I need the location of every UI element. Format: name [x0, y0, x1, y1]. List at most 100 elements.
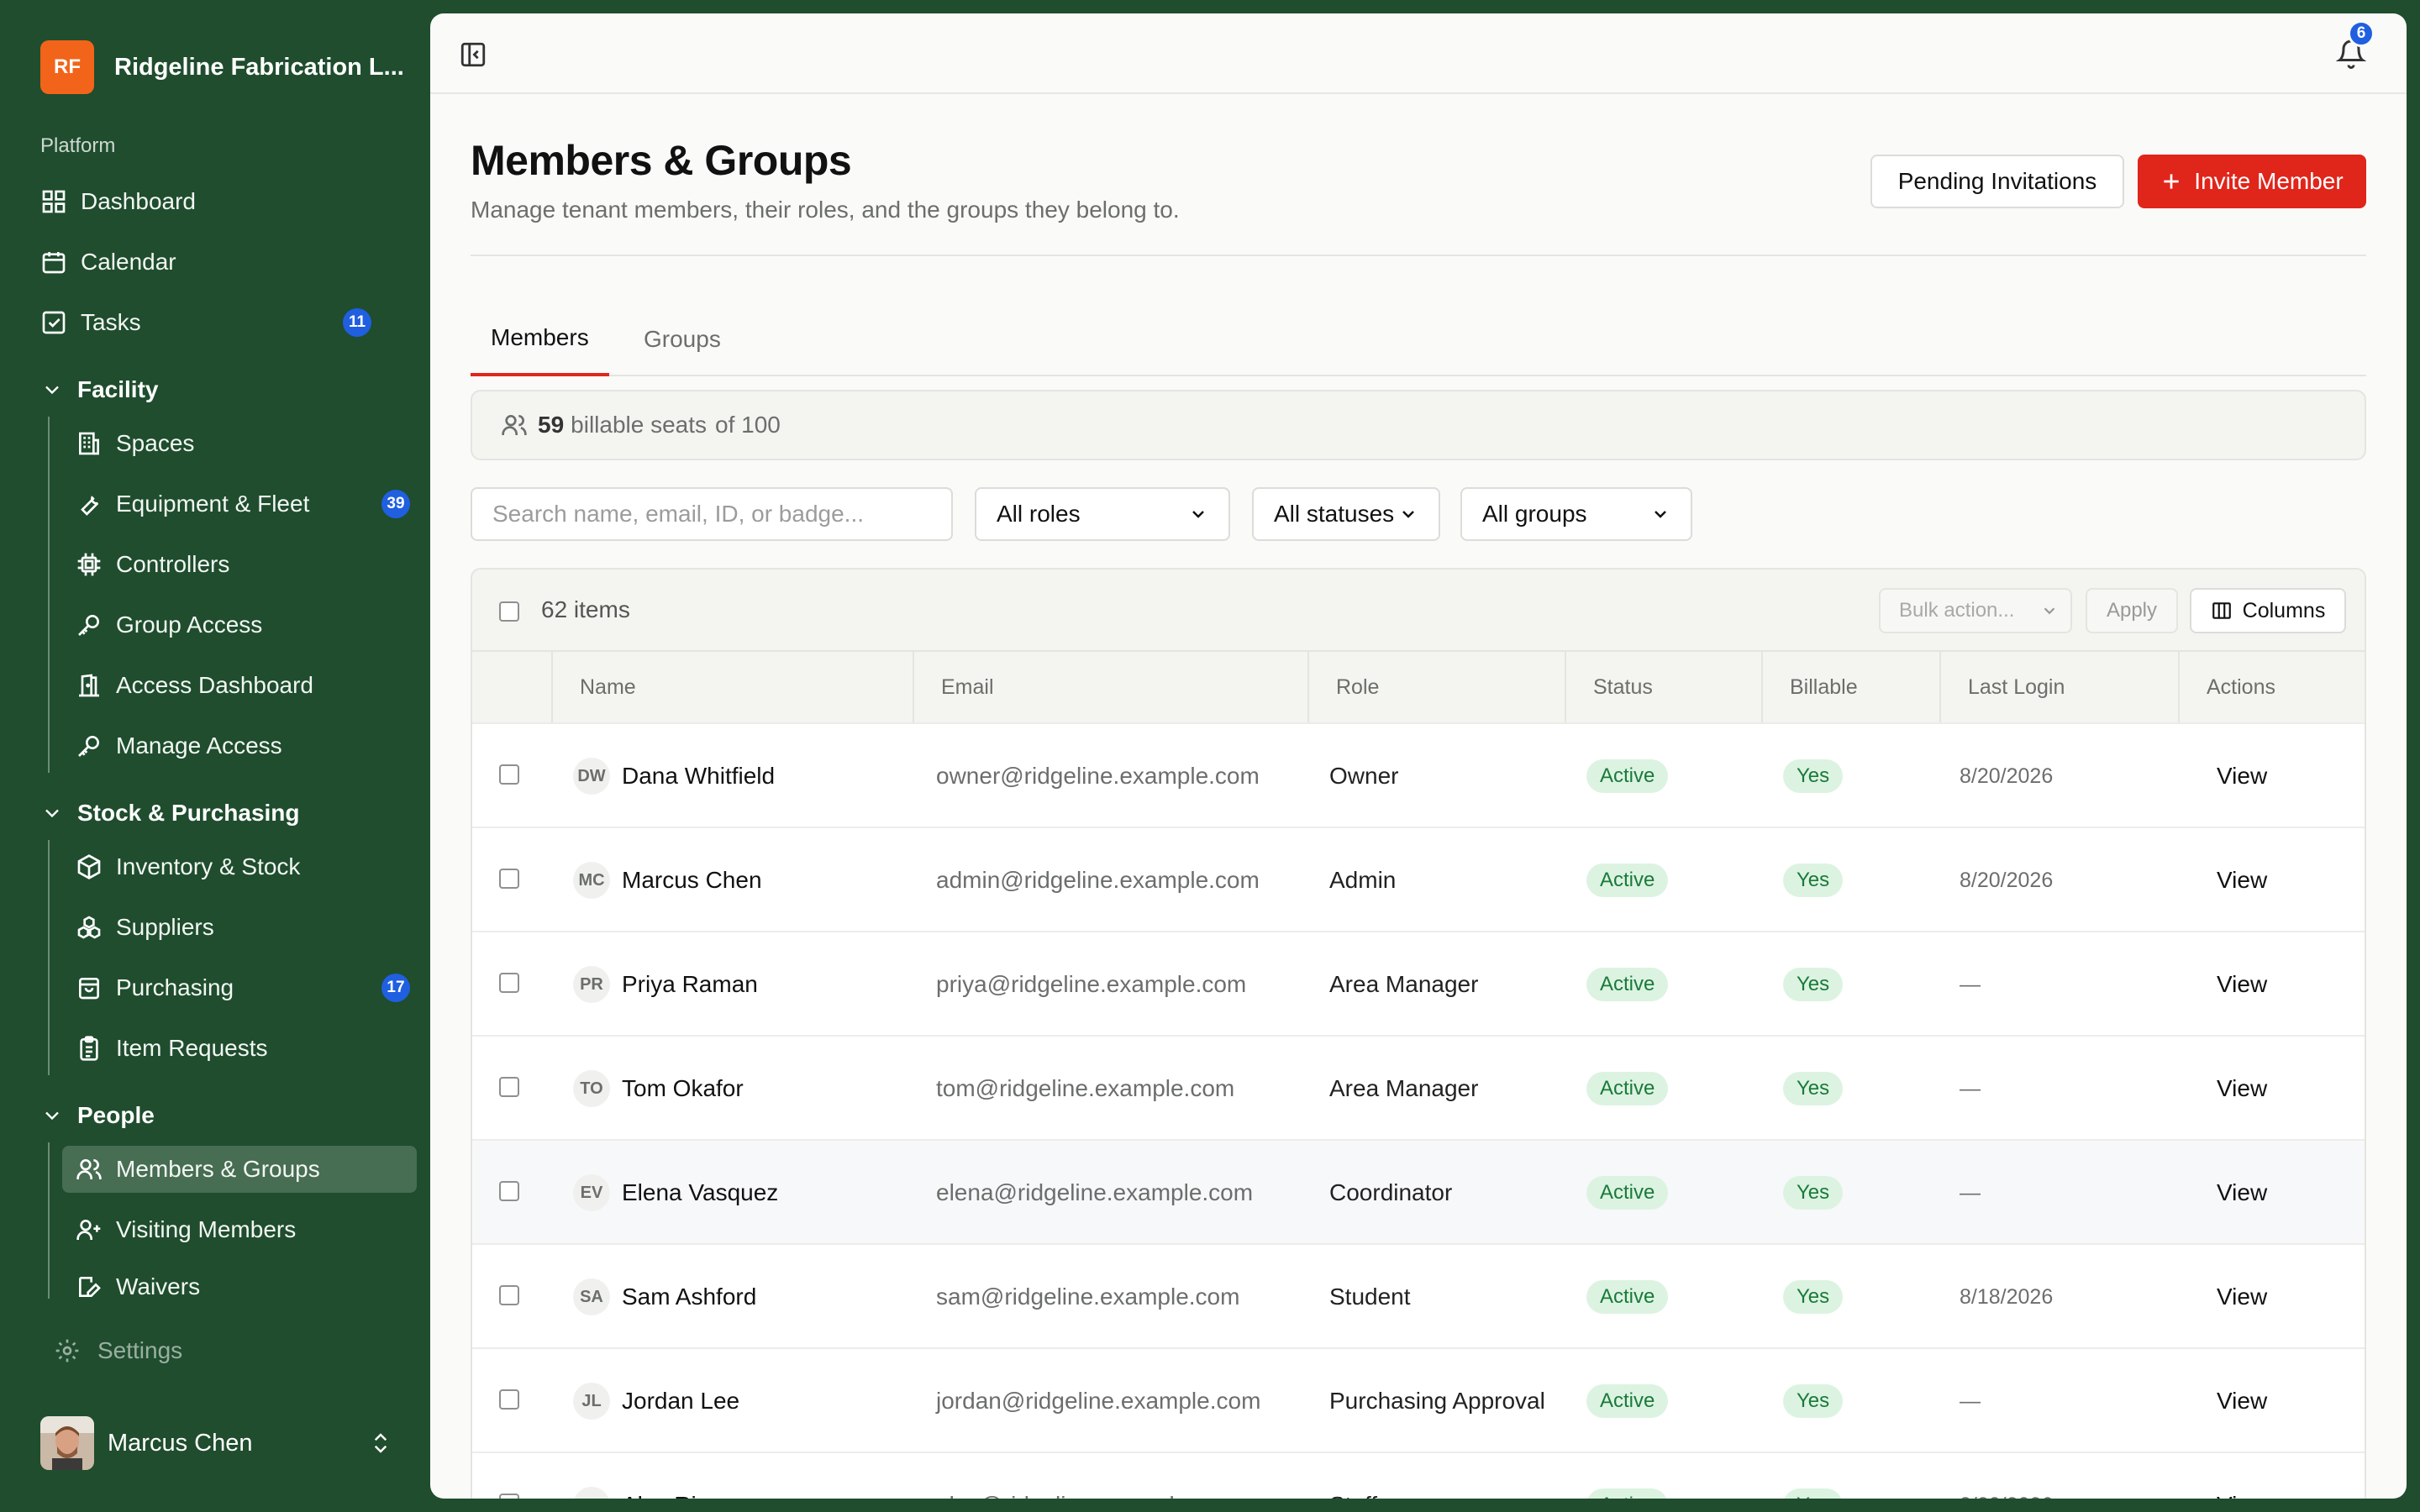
sidebar-item-label: Equipment & Fleet — [116, 491, 310, 517]
table-row[interactable]: SA Sam Ashford sam@ridgeline.example.com… — [472, 1243, 2365, 1347]
member-name-cell[interactable]: TO Tom Okafor — [573, 1037, 744, 1141]
sidebar-item-inventory-stock[interactable]: Inventory & Stock — [62, 843, 417, 890]
view-link[interactable]: View — [2217, 1349, 2267, 1453]
last-login: 8/18/2026 — [1960, 1284, 2054, 1309]
view-link[interactable]: View — [2217, 1453, 2267, 1499]
members-table: 62 items Bulk action... Apply Columns Na… — [471, 568, 2366, 1499]
table-row[interactable]: JL Jordan Lee jordan@ridgeline.example.c… — [472, 1347, 2365, 1452]
key-icon — [76, 732, 103, 759]
equipment-badge: 39 — [381, 490, 410, 518]
column-header-email[interactable]: Email — [913, 652, 1307, 722]
member-name-cell[interactable]: PR Priya Raman — [573, 932, 758, 1037]
sidebar-item-item-requests[interactable]: Item Requests — [62, 1025, 417, 1072]
purchasing-badge: 17 — [381, 974, 410, 1002]
sidebar-item-tasks[interactable]: Tasks 11 — [40, 299, 410, 346]
column-header-last-login[interactable]: Last Login — [1939, 652, 2178, 722]
member-name: Jordan Lee — [622, 1388, 740, 1414]
tab-members[interactable]: Members — [471, 302, 609, 376]
view-link[interactable]: View — [2217, 828, 2267, 932]
view-link[interactable]: View — [2217, 724, 2267, 828]
apply-button[interactable]: Apply — [2086, 588, 2178, 633]
member-name: Tom Okafor — [622, 1075, 744, 1101]
table-row[interactable]: AR Alex Rivera alex@ridgeline.example.co… — [472, 1452, 2365, 1499]
sidebar-toggle-icon[interactable] — [459, 40, 487, 69]
bulk-action-select[interactable]: Bulk action... — [1879, 588, 2072, 633]
row-checkbox[interactable] — [499, 1389, 519, 1410]
row-checkbox[interactable] — [499, 1494, 519, 1499]
member-role: Coordinator — [1329, 1179, 1453, 1205]
statuses-select[interactable]: All statuses — [1252, 487, 1440, 541]
sidebar-item-dashboard[interactable]: Dashboard — [40, 178, 410, 225]
org-switcher[interactable]: RF Ridgeline Fabrication L... — [40, 40, 408, 94]
sidebar-item-waivers[interactable]: Waivers — [62, 1267, 417, 1299]
member-name-cell[interactable]: EV Elena Vasquez — [573, 1141, 778, 1245]
columns-button[interactable]: Columns — [2190, 588, 2346, 633]
member-name-cell[interactable]: JL Jordan Lee — [573, 1349, 739, 1453]
view-link[interactable]: View — [2217, 1245, 2267, 1349]
member-name-cell[interactable]: MC Marcus Chen — [573, 828, 762, 932]
bag-icon — [76, 974, 103, 1001]
member-initials: PR — [573, 966, 610, 1003]
table-row[interactable]: MC Marcus Chen admin@ridgeline.example.c… — [472, 827, 2365, 931]
member-name-cell[interactable]: DW Dana Whitfield — [573, 724, 775, 828]
user-menu[interactable]: Marcus Chen — [40, 1416, 393, 1470]
sidebar-item-group-access[interactable]: Group Access — [62, 601, 417, 648]
sidebar-item-suppliers[interactable]: Suppliers — [62, 904, 417, 951]
view-link[interactable]: View — [2217, 1037, 2267, 1141]
row-checkbox[interactable] — [499, 1077, 519, 1097]
table-row[interactable]: DW Dana Whitfield owner@ridgeline.exampl… — [472, 722, 2365, 827]
sidebar-item-visiting-members[interactable]: Visiting Members — [62, 1206, 417, 1253]
view-link[interactable]: View — [2217, 1141, 2267, 1245]
calendar-icon — [40, 249, 67, 276]
table-row[interactable]: PR Priya Raman priya@ridgeline.example.c… — [472, 931, 2365, 1035]
member-initials: SA — [573, 1278, 610, 1315]
group-people[interactable]: People — [40, 1092, 410, 1139]
sidebar-item-label: Members & Groups — [116, 1156, 320, 1182]
group-stock-purchasing[interactable]: Stock & Purchasing — [40, 790, 410, 837]
column-header-name[interactable]: Name — [551, 652, 913, 722]
page-title: Members & Groups — [471, 137, 852, 184]
sidebar-item-equipment-fleet[interactable]: Equipment & Fleet 39 — [62, 480, 417, 528]
member-name-cell[interactable]: AR Alex Rivera — [573, 1453, 742, 1499]
member-name-cell[interactable]: SA Sam Ashford — [573, 1245, 756, 1349]
status-badge: Active — [1586, 864, 1669, 897]
table-row[interactable]: TO Tom Okafor tom@ridgeline.example.com … — [472, 1035, 2365, 1139]
member-role: Student — [1329, 1284, 1411, 1310]
users-icon — [76, 1156, 103, 1183]
groups-select[interactable]: All groups — [1460, 487, 1692, 541]
group-facility[interactable]: Facility — [40, 366, 410, 413]
main-panel: 6 Members & Groups Manage tenant members… — [430, 13, 2407, 1499]
invite-member-button[interactable]: Invite Member — [2138, 155, 2366, 208]
roles-select[interactable]: All roles — [975, 487, 1230, 541]
sidebar-item-settings[interactable]: Settings — [54, 1327, 182, 1374]
sidebar-item-purchasing[interactable]: Purchasing 17 — [62, 964, 417, 1011]
sidebar-item-manage-access[interactable]: Manage Access — [62, 722, 417, 769]
sidebar-item-access-dashboard[interactable]: Access Dashboard — [62, 662, 417, 709]
last-login: — — [1960, 1389, 1981, 1413]
row-checkbox[interactable] — [499, 1181, 519, 1201]
billable-cell: Yes — [1783, 1141, 1844, 1245]
column-header-status[interactable]: Status — [1565, 652, 1761, 722]
view-link[interactable]: View — [2217, 932, 2267, 1037]
tabs: Members Groups — [471, 302, 2366, 376]
table-row[interactable]: EV Elena Vasquez elena@ridgeline.example… — [472, 1139, 2365, 1243]
tab-groups[interactable]: Groups — [623, 302, 741, 376]
pending-invitations-button[interactable]: Pending Invitations — [1870, 155, 2124, 208]
search-input[interactable] — [471, 487, 953, 541]
status-cell: Active — [1586, 1245, 1669, 1349]
member-name: Alex Rivera — [622, 1492, 742, 1499]
chevron-down-icon — [45, 1111, 59, 1121]
row-checkbox[interactable] — [499, 869, 519, 889]
sidebar-item-spaces[interactable]: Spaces — [62, 420, 417, 467]
row-checkbox[interactable] — [499, 973, 519, 993]
column-header-billable[interactable]: Billable — [1761, 652, 1939, 722]
row-checkbox[interactable] — [499, 1285, 519, 1305]
sidebar-item-calendar[interactable]: Calendar — [40, 239, 410, 286]
member-role: Area Manager — [1329, 971, 1479, 997]
select-all-checkbox[interactable] — [499, 601, 519, 622]
sidebar-item-controllers[interactable]: Controllers — [62, 541, 417, 588]
row-checkbox[interactable] — [499, 764, 519, 785]
sidebar-item-members-groups[interactable]: Members & Groups — [62, 1146, 417, 1193]
column-header-role[interactable]: Role — [1307, 652, 1565, 722]
member-name: Priya Raman — [622, 971, 758, 997]
